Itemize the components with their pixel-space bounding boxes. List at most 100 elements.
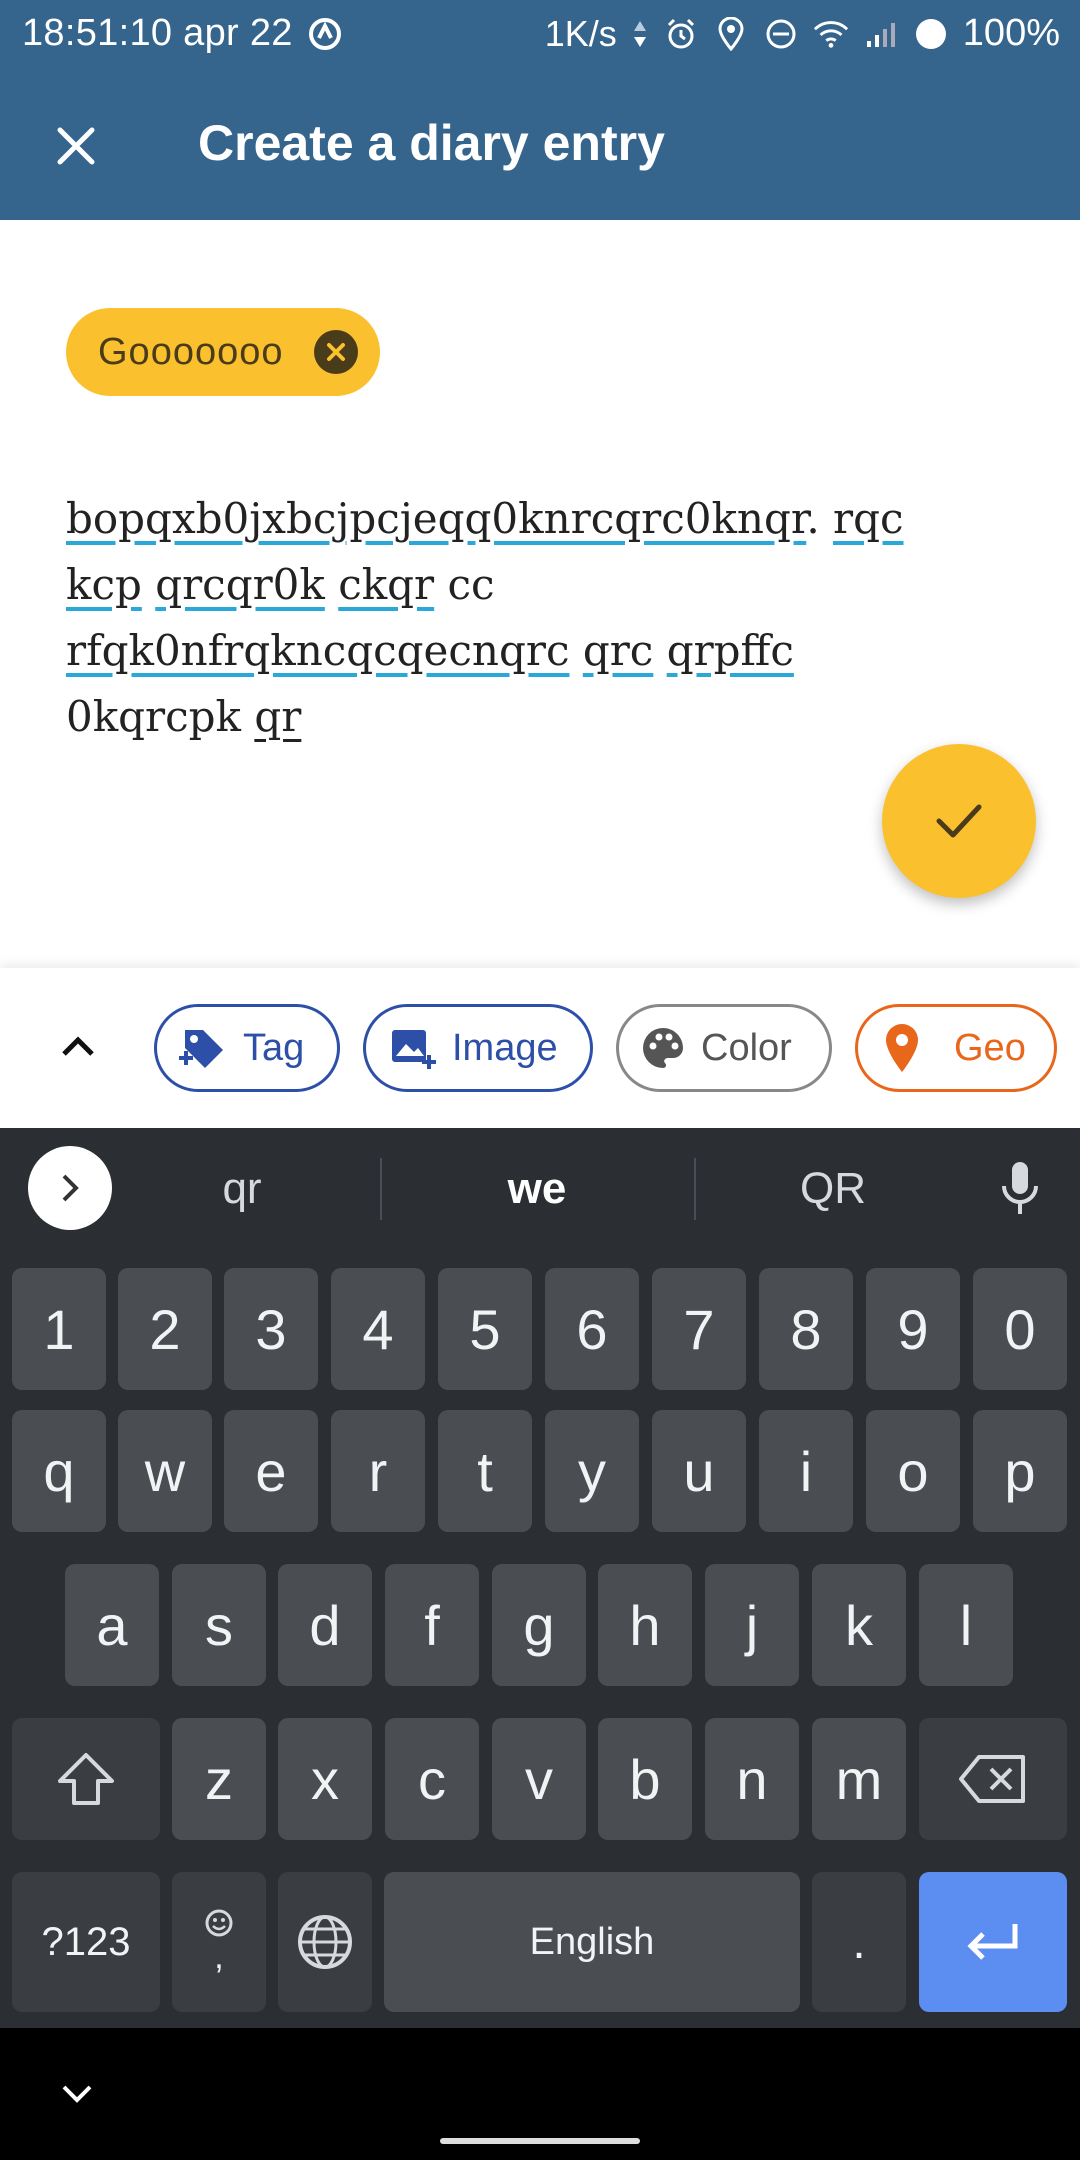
period-key[interactable]: .: [812, 1872, 906, 2012]
key-o[interactable]: o: [866, 1410, 960, 1532]
page-title: Create a diary entry: [198, 115, 665, 171]
space-key[interactable]: English: [384, 1872, 800, 2012]
shift-icon: [58, 1753, 114, 1805]
key-t[interactable]: t: [438, 1410, 532, 1532]
palette-icon: [643, 1028, 683, 1068]
entry-word: kcp: [66, 560, 142, 609]
backspace-key[interactable]: [919, 1718, 1067, 1840]
do-not-disturb-icon: [763, 16, 799, 52]
key-k[interactable]: k: [812, 1564, 906, 1686]
language-key[interactable]: [278, 1872, 372, 2012]
key-a[interactable]: a: [65, 1564, 159, 1686]
key-e[interactable]: e: [224, 1410, 318, 1532]
enter-key[interactable]: [919, 1872, 1067, 2012]
key-x[interactable]: x: [278, 1718, 372, 1840]
chevron-right-icon: [62, 1174, 79, 1202]
close-button[interactable]: [40, 110, 112, 182]
close-circle-icon: [327, 343, 345, 361]
close-icon: [57, 127, 95, 165]
check-icon: [936, 804, 982, 838]
key-d[interactable]: d: [278, 1564, 372, 1686]
key-6[interactable]: 6: [545, 1268, 639, 1390]
chevron-up-icon: [62, 1036, 94, 1056]
signal-icon: [863, 16, 899, 52]
navigation-bar: [0, 2028, 1080, 2160]
emoji-comma-key[interactable]: ,: [172, 1872, 266, 2012]
app-bar: Create a diary entry: [0, 70, 1080, 220]
key-r[interactable]: r: [331, 1410, 425, 1532]
entry-word: qrpffc: [666, 626, 794, 675]
globe-icon: [298, 1915, 352, 1969]
key-q[interactable]: q: [12, 1410, 106, 1532]
suggestion-1[interactable]: qr: [142, 1164, 342, 1214]
remove-tag-button[interactable]: [314, 330, 358, 374]
color-button[interactable]: Color: [616, 1004, 832, 1092]
entry-word: bopqxb0jxbcjpcjeqq0knrcqrc0knqr: [66, 494, 807, 543]
shift-key[interactable]: [12, 1718, 160, 1840]
expand-button[interactable]: [48, 1016, 108, 1076]
keyboard: qr we QR 1 2 3 4 5 6 7 8 9 0 q w e r t y…: [0, 1128, 1080, 2028]
app-notification-icon: [307, 16, 343, 52]
key-4[interactable]: 4: [331, 1268, 425, 1390]
tag-chip-label: Gooooooo: [98, 330, 284, 373]
geo-button-label: Geo: [954, 1026, 1026, 1069]
key-7[interactable]: 7: [652, 1268, 746, 1390]
suggestion-2[interactable]: we: [437, 1164, 637, 1214]
entry-word: cc: [447, 560, 495, 609]
home-gesture-bar[interactable]: [440, 2138, 640, 2144]
status-time: 18:51:10 apr 22: [22, 12, 293, 54]
save-entry-button[interactable]: [882, 744, 1036, 898]
key-b[interactable]: b: [598, 1718, 692, 1840]
add-tag-button[interactable]: Tag: [154, 1004, 340, 1092]
entry-toolbar: Tag Image Color Geo: [0, 968, 1080, 1128]
key-3[interactable]: 3: [224, 1268, 318, 1390]
key-5[interactable]: 5: [438, 1268, 532, 1390]
key-n[interactable]: n: [705, 1718, 799, 1840]
key-0[interactable]: 0: [973, 1268, 1067, 1390]
key-8[interactable]: 8: [759, 1268, 853, 1390]
suggestion-3[interactable]: QR: [733, 1164, 933, 1214]
emoji-icon: [205, 1909, 233, 1936]
suggestion-strip: qr we QR: [0, 1128, 1080, 1248]
key-g[interactable]: g: [492, 1564, 586, 1686]
key-v[interactable]: v: [492, 1718, 586, 1840]
battery-icon: [913, 16, 949, 52]
microphone-icon: [1002, 1162, 1038, 1214]
key-9[interactable]: 9: [866, 1268, 960, 1390]
geo-button[interactable]: Geo: [855, 1004, 1057, 1092]
tag-button-label: Tag: [243, 1026, 305, 1069]
key-m[interactable]: m: [812, 1718, 906, 1840]
key-z[interactable]: z: [172, 1718, 266, 1840]
key-1[interactable]: 1: [12, 1268, 106, 1390]
key-l[interactable]: l: [919, 1564, 1013, 1686]
entry-word: ckqr: [338, 560, 435, 609]
image-add-icon: [392, 1030, 436, 1069]
wifi-icon: [813, 16, 849, 52]
tag-chip[interactable]: Gooooooo: [66, 308, 380, 396]
hide-keyboard-button[interactable]: [54, 2074, 100, 2114]
enter-icon: [967, 1924, 1018, 1960]
comma-label: ,: [214, 1937, 224, 1976]
voice-input-button[interactable]: [996, 1158, 1044, 1218]
symbols-key[interactable]: ?123: [12, 1872, 160, 2012]
key-2[interactable]: 2: [118, 1268, 212, 1390]
entry-text-field[interactable]: bopqxb0jxbcjpcjeqq0knrcqrc0knqr. rqc kcp…: [66, 486, 1016, 750]
key-j[interactable]: j: [705, 1564, 799, 1686]
key-i[interactable]: i: [759, 1410, 853, 1532]
alarm-icon: [663, 16, 699, 52]
key-w[interactable]: w: [118, 1410, 212, 1532]
data-arrows-icon: [631, 16, 649, 52]
key-u[interactable]: u: [652, 1410, 746, 1532]
top-bar: 18:51:10 apr 22 1K/s 100% Create a diary…: [0, 0, 1080, 220]
suggestion-divider: [694, 1158, 696, 1220]
key-s[interactable]: s: [172, 1564, 266, 1686]
key-y[interactable]: y: [545, 1410, 639, 1532]
expand-suggestions-button[interactable]: [28, 1146, 112, 1230]
key-h[interactable]: h: [598, 1564, 692, 1686]
backspace-icon: [959, 1755, 1025, 1803]
add-image-button[interactable]: Image: [363, 1004, 593, 1092]
key-c[interactable]: c: [385, 1718, 479, 1840]
suggestion-divider: [380, 1158, 382, 1220]
key-f[interactable]: f: [385, 1564, 479, 1686]
key-p[interactable]: p: [973, 1410, 1067, 1532]
